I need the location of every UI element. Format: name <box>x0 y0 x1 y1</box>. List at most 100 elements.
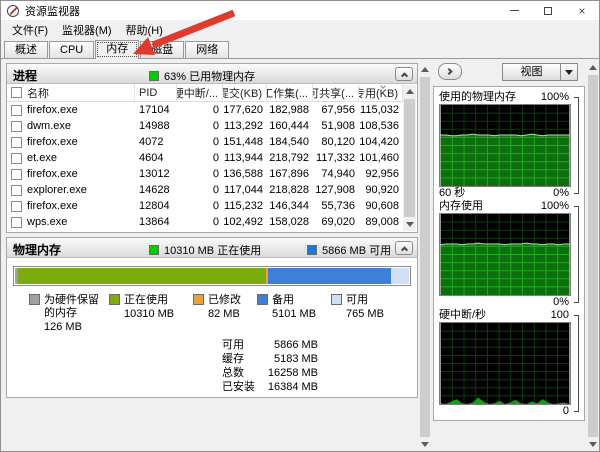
table-row[interactable]: explorer.exe146280117,044218,828127,9089… <box>7 182 417 198</box>
table-row[interactable]: dwm.exe149880113,292160,44451,908108,536 <box>7 118 417 134</box>
table-row[interactable]: et.exe46040113,944218,792117,332101,460 <box>7 150 417 166</box>
select-all-checkbox[interactable] <box>11 87 22 98</box>
close-button[interactable]: × <box>565 1 599 20</box>
stat-label: 可用 <box>222 338 244 352</box>
stat-row-0: 可用 5866 MB <box>222 338 318 352</box>
cell: 14628 <box>135 182 177 198</box>
scrollbar-thumb[interactable] <box>420 77 430 437</box>
menu-item-1[interactable]: 监视器(M) <box>55 20 119 40</box>
tab-3[interactable]: 磁盘 <box>140 41 184 58</box>
column-header-0[interactable]: 名称 <box>7 84 135 101</box>
chevron-right-icon <box>445 68 452 75</box>
chart-area <box>439 213 571 296</box>
scrollbar-thumb[interactable] <box>404 99 415 217</box>
menu-item-2[interactable]: 帮助(H) <box>119 20 170 40</box>
maximize-button[interactable] <box>531 1 565 20</box>
tab-bar: 概述CPU内存磁盘网络 <box>1 40 599 59</box>
physical-memory-header: 物理内存 10310 MB 正在使用 5866 MB 可用 <box>7 238 417 258</box>
resource-monitor-window: 资源监视器 × 文件(F)监视器(M)帮助(H) 概述CPU内存磁盘网络 进程 … <box>0 0 600 452</box>
tab-4[interactable]: 网络 <box>185 41 229 58</box>
menu-item-0[interactable]: 文件(F) <box>5 20 55 40</box>
cell: 0 <box>177 166 223 182</box>
scroll-up-button[interactable] <box>403 85 416 98</box>
table-row[interactable]: firefox.exe40720151,448184,54080,120104,… <box>7 134 417 150</box>
legend-value: 5101 MB <box>272 308 316 321</box>
legend-text: 备用5101 MB <box>272 294 316 334</box>
table-row[interactable]: firefox.exe171040177,620182,98867,956115… <box>7 102 417 118</box>
legend-swatch-icon <box>109 294 120 305</box>
charts-panel: 使用的物理内存 100% 60 秒 0% 内存使用 100% <box>433 86 585 421</box>
scrollbar-thumb[interactable] <box>588 75 598 437</box>
scroll-up-button[interactable] <box>419 63 431 76</box>
processes-table-scrollbar[interactable] <box>403 85 416 231</box>
cell: 117,332 <box>313 150 359 166</box>
legend-item-3: 备用5101 MB <box>257 294 331 334</box>
row-checkbox[interactable] <box>11 169 22 180</box>
tab-0[interactable]: 概述 <box>4 41 48 58</box>
right-pane-scrollbar[interactable] <box>587 61 599 451</box>
cell: 13864 <box>135 214 177 230</box>
memory-composition-bar <box>13 266 411 286</box>
cell: 117,044 <box>223 182 267 198</box>
bar-segment-standby <box>268 268 391 284</box>
process-name-cell: firefox.exe <box>7 166 135 182</box>
row-checkbox[interactable] <box>11 201 22 212</box>
scroll-down-button[interactable] <box>587 438 599 451</box>
cell: 17104 <box>135 102 177 118</box>
table-row[interactable]: firefox.exe128040115,232146,34455,73690,… <box>7 198 417 214</box>
cell: 92,956 <box>359 166 403 182</box>
chart-title: 硬中断/秒 <box>439 309 486 322</box>
tab-1[interactable]: CPU <box>49 41 94 58</box>
scroll-up-button[interactable] <box>587 61 599 74</box>
minimize-button[interactable] <box>497 1 531 20</box>
chart-used-physical-memory: 使用的物理内存 100% 60 秒 0% <box>439 91 579 200</box>
physical-memory-title: 物理内存 <box>13 241 61 258</box>
left-pane-scrollbar[interactable] <box>419 63 431 451</box>
stat-row-1: 缓存5183 MB <box>222 352 318 366</box>
row-checkbox[interactable] <box>11 185 22 196</box>
arrow-up-icon <box>589 65 597 70</box>
column-header-3[interactable]: 提交(KB) <box>223 84 267 101</box>
chart-area <box>439 104 571 187</box>
collapse-charts-button[interactable] <box>438 63 462 80</box>
stat-row-3: 已安装16384 MB <box>222 380 318 394</box>
column-header-6[interactable]: 专用(KB) <box>359 84 403 101</box>
in-use-text: 10310 MB 正在使用 <box>164 242 261 258</box>
physical-memory-collapse-button[interactable] <box>395 241 413 255</box>
stat-value: 16258 MB <box>268 366 318 380</box>
memory-stats: 可用 5866 MB缓存5183 MB总数 16258 MB已安装16384 MB <box>222 338 318 394</box>
row-checkbox[interactable] <box>11 105 22 116</box>
table-row[interactable]: firefox.exe130120136,588167,89674,94092,… <box>7 166 417 182</box>
legend-swatch-icon <box>331 294 342 305</box>
cell: 80,120 <box>313 134 359 150</box>
views-dropdown-arrow[interactable] <box>560 64 577 80</box>
cell: 0 <box>177 198 223 214</box>
row-checkbox[interactable] <box>11 137 22 148</box>
column-header-4[interactable]: 工作集(... <box>267 84 313 101</box>
stat-value: 5866 MB <box>274 338 318 352</box>
available-text: 5866 MB 可用 <box>322 242 391 258</box>
arrow-up-icon <box>406 89 414 94</box>
column-header-2[interactable]: 硬中断/... <box>177 84 223 101</box>
menu-bar: 文件(F)监视器(M)帮助(H) <box>1 20 599 40</box>
scroll-down-button[interactable] <box>419 438 431 451</box>
column-header-1[interactable]: PID <box>135 84 177 101</box>
row-checkbox[interactable] <box>11 153 22 164</box>
chevron-up-icon <box>400 72 407 79</box>
cell: 0 <box>177 150 223 166</box>
legend-text: 已修改82 MB <box>208 294 241 334</box>
views-label: 视图 <box>503 64 560 80</box>
chart-max-label: 100 <box>551 309 569 322</box>
memory-legend: 为硬件保留的内存126 MB正在使用10310 MB已修改82 MB备用5101… <box>29 294 411 334</box>
axis-bracket <box>574 315 579 412</box>
legend-label: 为硬件保留的内存 <box>44 294 109 320</box>
views-dropdown[interactable]: 视图 <box>502 63 578 81</box>
table-row[interactable]: wps.exe138640102,492158,02869,02089,008 <box>7 214 417 230</box>
row-checkbox[interactable] <box>11 121 22 132</box>
scroll-down-button[interactable] <box>403 218 416 231</box>
column-header-5[interactable]: 可共享(... <box>313 84 359 101</box>
tab-2[interactable]: 内存 <box>95 40 139 59</box>
processes-collapse-button[interactable] <box>395 67 413 81</box>
row-checkbox[interactable] <box>11 217 22 228</box>
stat-label: 总数 <box>222 366 244 380</box>
